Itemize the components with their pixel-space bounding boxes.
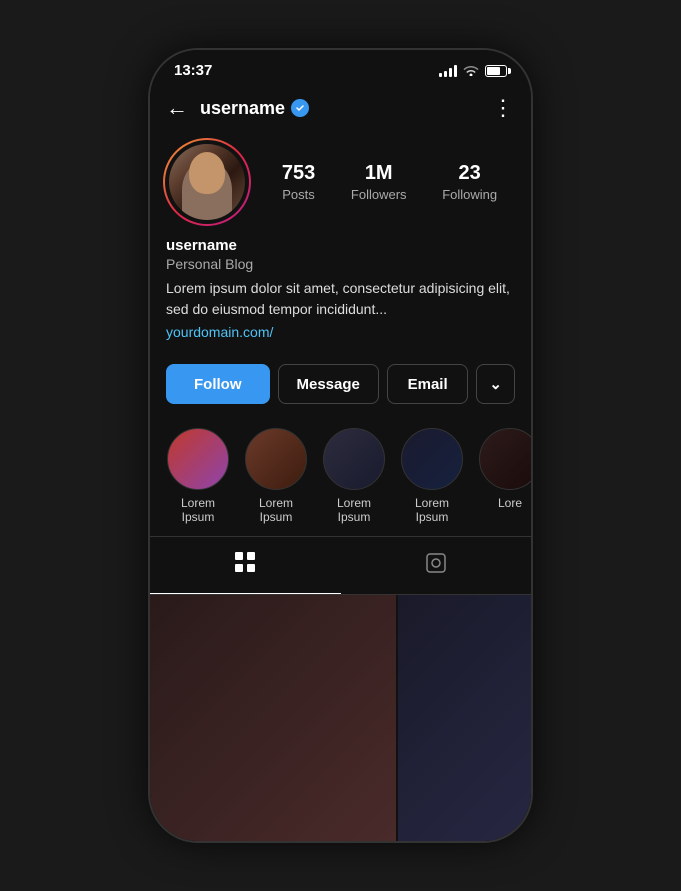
follow-button[interactable]: Follow: [166, 364, 270, 404]
posts-count: 753: [282, 162, 315, 185]
followers-label: Followers: [351, 187, 407, 202]
highlight-4[interactable]: Lorem Ipsum: [400, 428, 464, 524]
highlight-circle-3: [323, 428, 385, 490]
stat-followers: 1M Followers: [351, 162, 407, 202]
highlight-5[interactable]: Lore: [478, 428, 531, 524]
more-button[interactable]: ⋮: [492, 95, 515, 121]
highlight-circle-4: [401, 428, 463, 490]
tab-grid[interactable]: [150, 537, 341, 594]
signal-icon: [439, 65, 457, 77]
highlight-circle-2: [245, 428, 307, 490]
phone-frame: 13:37: [150, 50, 531, 841]
header-username: username: [200, 98, 492, 119]
profile-link[interactable]: yourdomain.com/: [166, 324, 515, 340]
grid-cell-2: [398, 595, 531, 841]
more-options-button[interactable]: ⌄: [476, 364, 515, 404]
highlight-label-1: Lorem Ipsum: [166, 496, 230, 524]
highlight-label-2: Lorem Ipsum: [244, 496, 308, 524]
action-buttons: Follow Message Email ⌄: [150, 352, 531, 416]
highlight-2[interactable]: Lorem Ipsum: [244, 428, 308, 524]
highlight-label-4: Lorem Ipsum: [400, 496, 464, 524]
following-label: Following: [442, 187, 497, 202]
profile-name: username: [166, 237, 515, 254]
grid-icon: [234, 551, 256, 579]
photo-grid: [150, 595, 531, 841]
posts-label: Posts: [282, 187, 315, 202]
status-icons: [439, 63, 507, 79]
profile-section: 753 Posts 1M Followers 23 Following user…: [150, 133, 531, 352]
status-bar: 13:37: [150, 50, 531, 87]
following-count: 23: [459, 162, 481, 185]
stat-following: 23 Following: [442, 162, 497, 202]
avatar-ring: [163, 138, 251, 226]
message-button[interactable]: Message: [278, 364, 379, 404]
profile-top: 753 Posts 1M Followers 23 Following: [166, 141, 515, 223]
header: ← username ⋮: [150, 87, 531, 133]
highlight-label-3: Lorem Ipsum: [322, 496, 386, 524]
highlight-1[interactable]: Lorem Ipsum: [166, 428, 230, 524]
profile-bio-title: Personal Blog: [166, 256, 515, 272]
header-username-text: username: [200, 98, 285, 119]
phone-inner: 13:37: [150, 50, 531, 841]
stat-posts: 753 Posts: [282, 162, 315, 202]
tab-bar: [150, 536, 531, 595]
avatar: [166, 141, 248, 223]
highlight-circle-1: [167, 428, 229, 490]
highlight-circle-5: [479, 428, 531, 490]
wifi-icon: [463, 63, 479, 79]
followers-count: 1M: [365, 162, 393, 185]
avatar-image: [169, 144, 245, 220]
highlights-row: Lorem Ipsum Lorem Ipsum Lorem Ipsum Lore…: [150, 416, 531, 536]
back-button[interactable]: ←: [166, 95, 188, 121]
profile-stats: 753 Posts 1M Followers 23 Following: [264, 162, 515, 202]
tag-icon: [425, 552, 447, 580]
grid-cell-1: [150, 595, 396, 841]
highlight-label-5: Lore: [498, 496, 522, 510]
email-button[interactable]: Email: [387, 364, 469, 404]
profile-bio: Lorem ipsum dolor sit amet, consectetur …: [166, 278, 515, 320]
highlight-3[interactable]: Lorem Ipsum: [322, 428, 386, 524]
verified-badge: [291, 99, 309, 117]
battery-icon: [485, 65, 507, 77]
tab-tagged[interactable]: [341, 537, 532, 594]
status-time: 13:37: [174, 62, 212, 79]
